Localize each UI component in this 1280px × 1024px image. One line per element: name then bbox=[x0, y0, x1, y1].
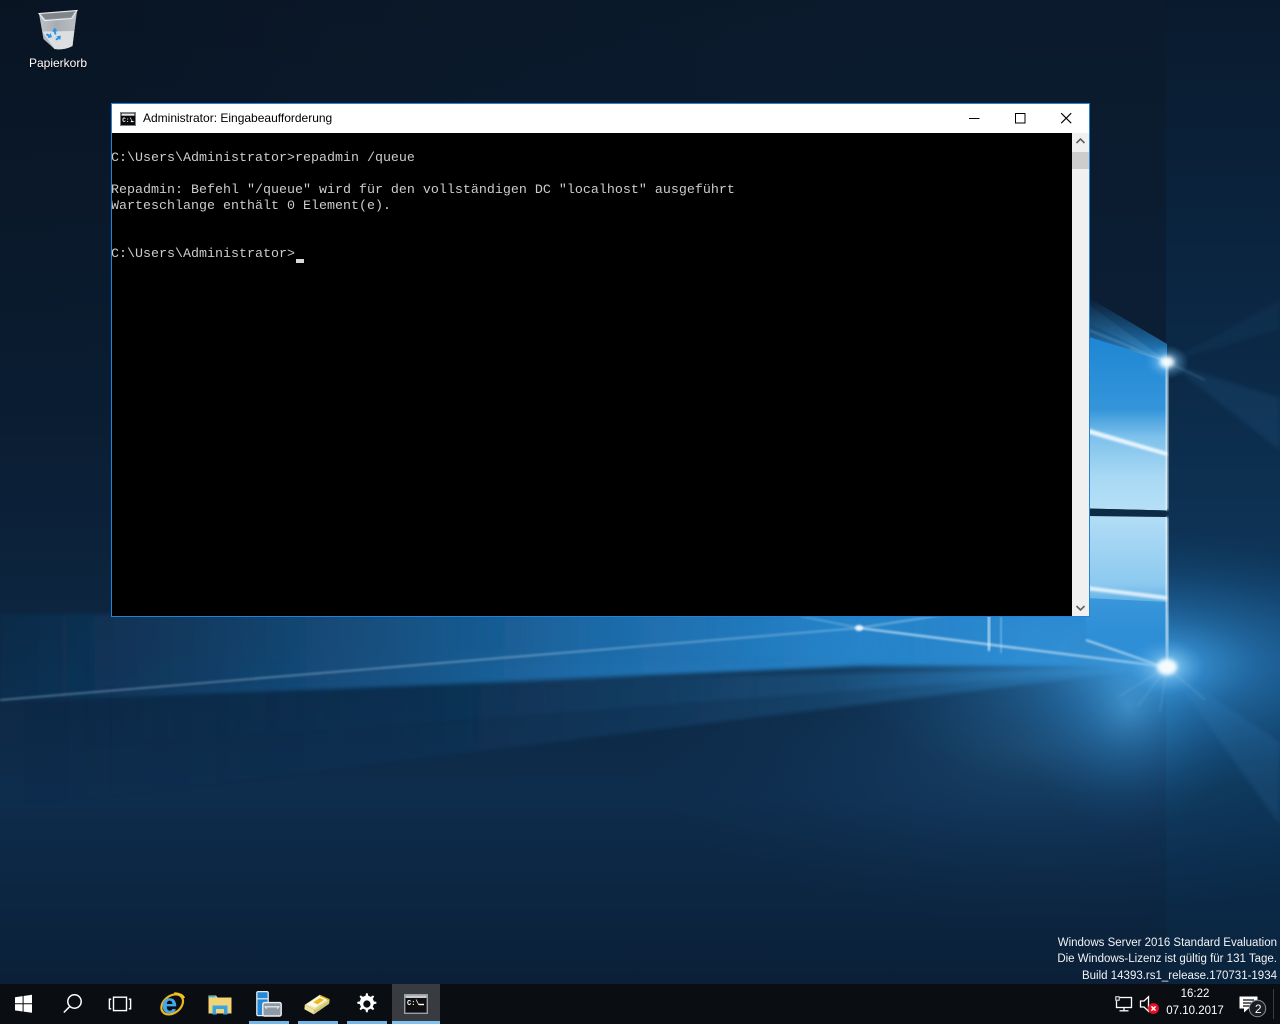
svg-text:C:\: C:\ bbox=[407, 1000, 420, 1008]
svg-text:2: 2 bbox=[1255, 1002, 1262, 1016]
svg-text:C:\: C:\ bbox=[122, 117, 133, 124]
